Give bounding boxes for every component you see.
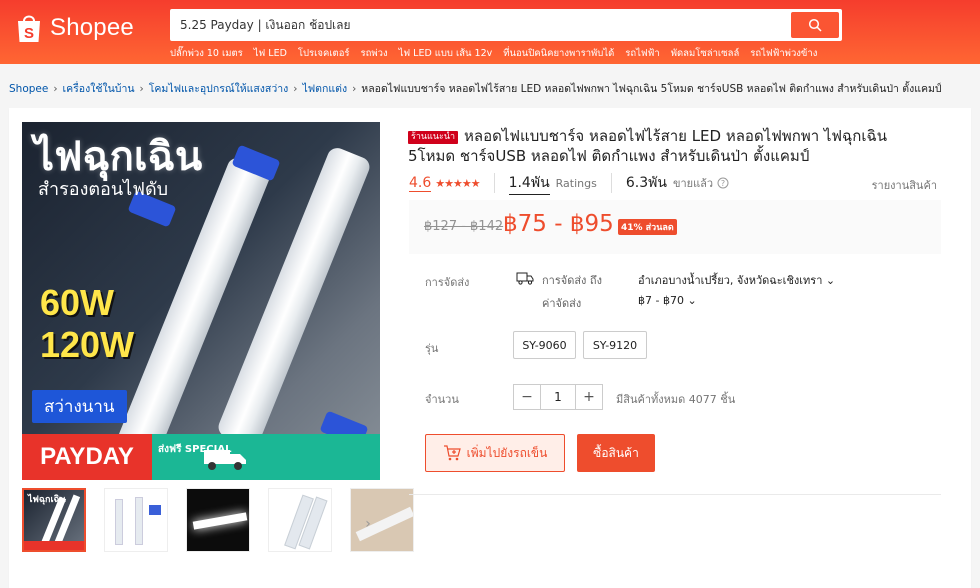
sale-price: ฿75 - ฿95 bbox=[503, 211, 614, 237]
quantity-label: จำนวน bbox=[425, 393, 459, 406]
search-button[interactable] bbox=[791, 12, 839, 38]
chevron-down-icon: ⌄ bbox=[687, 294, 697, 307]
hot-keywords: ปลั๊กพ่วง 10 เมตร ไฟ LED โปรเจคเตอร์ รถพ… bbox=[170, 46, 817, 61]
variant-label: รุ่น bbox=[425, 342, 439, 355]
thumbnail-item[interactable] bbox=[186, 488, 250, 552]
shopee-logo[interactable]: S Shopee bbox=[14, 12, 134, 44]
product-stats: 4.6 ★★★★★ 1.4พัน Ratings 6.3พัน ขายแล้ว … bbox=[409, 172, 937, 195]
payday-mini-banner bbox=[24, 541, 84, 550]
breadcrumb-current: หลอดไฟแบบชาร์จ หลอดไฟไร้สาย LED หลอดไฟพก… bbox=[361, 83, 942, 95]
chevron-right-icon: › bbox=[53, 82, 58, 95]
divider bbox=[493, 173, 495, 193]
add-to-cart-label: เพิ่มไปยังรถเข็น bbox=[466, 445, 548, 460]
shipping-label: การจัดส่ง bbox=[425, 276, 470, 289]
hotword-link[interactable]: ไฟ LED bbox=[254, 46, 287, 61]
variant-option[interactable]: SY-9060 bbox=[513, 331, 576, 359]
help-icon[interactable]: ? bbox=[717, 177, 729, 189]
hotword-link[interactable]: ไฟ LED แบบ เส้น 12v bbox=[399, 46, 493, 61]
minus-button[interactable]: − bbox=[514, 385, 540, 409]
tube-light-graphic bbox=[135, 497, 143, 545]
shipping-fee-value: ฿7 - ฿70 bbox=[638, 294, 684, 307]
rating-value[interactable]: 4.6 bbox=[409, 175, 432, 192]
thumbnail-item[interactable] bbox=[268, 488, 332, 552]
sold-count: 6.3พัน bbox=[625, 175, 667, 191]
image-watt-text: 60W bbox=[40, 282, 115, 323]
top-header: S Shopee ปลั๊กพ่วง 10 เมตร ไฟ LED โปรเจค… bbox=[0, 0, 980, 64]
stock-text: มีสินค้าทั้งหมด 4077 ชิ้น bbox=[616, 393, 736, 406]
image-bright-label: สว่างนาน bbox=[32, 390, 127, 423]
original-price: ฿127 - ฿142 bbox=[424, 219, 504, 234]
hotword-link[interactable]: พัดลมโซล่าเซลล์ bbox=[671, 46, 740, 61]
product-title-text: หลอดไฟแบบชาร์จ หลอดไฟไร้สาย LED หลอดไฟพก… bbox=[408, 127, 887, 165]
chevron-down-icon: ⌄ bbox=[825, 274, 836, 287]
thumbnail-item[interactable] bbox=[104, 488, 168, 552]
price-section: ฿127 - ฿142 ฿75 - ฿95 41% ส่วนลด bbox=[409, 200, 941, 254]
report-link[interactable]: รายงานสินค้า bbox=[872, 176, 937, 194]
shopping-bag-icon: S bbox=[18, 15, 40, 42]
breadcrumb: Shopee › เครื่องใช้ในบ้าน › โคมไฟและอุปก… bbox=[9, 80, 942, 97]
shipping-fee-selector[interactable]: ฿7 - ฿70 ⌄ bbox=[638, 294, 697, 307]
logo-text: Shopee bbox=[50, 14, 134, 41]
sold-label: ขายแล้ว bbox=[672, 177, 714, 190]
search-bar[interactable] bbox=[170, 9, 842, 41]
breadcrumb-link[interactable]: Shopee bbox=[9, 83, 48, 95]
shipping-to-label: การจัดส่ง ถึง bbox=[542, 274, 602, 287]
hotword-link[interactable]: รถไฟฟ้า bbox=[625, 46, 659, 61]
variant-option[interactable]: SY-9120 bbox=[583, 331, 647, 359]
product-main-image[interactable]: ไฟฉุกเฉิน สำรองตอนไฟดับ 60W 120W สว่างนา… bbox=[22, 122, 380, 480]
accessory-graphic bbox=[149, 505, 161, 515]
hotword-link[interactable]: รถไฟฟ้าพ่วงข้าง bbox=[750, 46, 817, 61]
search-input[interactable] bbox=[180, 9, 780, 41]
svg-text:?: ? bbox=[721, 179, 725, 188]
thumbnail-item[interactable]: ไฟฉุกเฉิน bbox=[22, 488, 86, 552]
chevron-right-icon: › bbox=[293, 82, 298, 95]
hotword-link[interactable]: รถพ่วง bbox=[361, 46, 388, 61]
thumbnail-strip: ไฟฉุกเฉิน bbox=[22, 488, 414, 552]
shipping-to-value: อำเภอบางน้ำเปรี้ยว, จังหวัดฉะเชิงเทรา bbox=[638, 274, 823, 287]
quantity-stepper: − 1 + bbox=[513, 384, 603, 410]
breadcrumb-link[interactable]: เครื่องใช้ในบ้าน bbox=[63, 80, 135, 97]
svg-text:S: S bbox=[24, 25, 34, 42]
divider bbox=[610, 173, 612, 193]
tube-light-graphic bbox=[192, 512, 248, 530]
ratings-label: Ratings bbox=[555, 176, 597, 190]
breadcrumb-link[interactable]: ไฟตกแต่ง bbox=[302, 80, 347, 97]
rating-stars: ★★★★★ bbox=[435, 176, 480, 190]
product-title: ร้านแนะนำ หลอดไฟแบบชาร์จ หลอดไฟไร้สาย LED… bbox=[408, 126, 928, 166]
shipping-to-selector[interactable]: อำเภอบางน้ำเปรี้ยว, จังหวัดฉะเชิงเทรา ⌄ bbox=[638, 271, 835, 289]
preferred-badge: ร้านแนะนำ bbox=[408, 131, 459, 144]
shipping-fee-label: ค่าจัดส่ง bbox=[542, 297, 582, 310]
tube-light-graphic bbox=[115, 499, 123, 545]
divider bbox=[409, 494, 941, 495]
chevron-right-icon: › bbox=[139, 82, 144, 95]
cart-add-icon bbox=[443, 445, 461, 461]
hotword-link[interactable]: ที่นอนปิคนิคยางพาราพับได้ bbox=[503, 46, 614, 61]
truck-icon bbox=[516, 272, 534, 285]
breadcrumb-link[interactable]: โคมไฟและอุปกรณ์ให้แสงสว่าง bbox=[149, 80, 289, 97]
chevron-right-icon: › bbox=[352, 82, 357, 95]
search-icon bbox=[808, 18, 822, 32]
hotword-link[interactable]: โปรเจคเตอร์ bbox=[298, 46, 350, 61]
payday-banner: PAYDAY ส่งฟรี SPECIAL bbox=[22, 434, 380, 480]
payday-text: PAYDAY bbox=[22, 434, 152, 480]
image-watt-text: 120W bbox=[40, 324, 135, 365]
ratings-count[interactable]: 1.4พัน bbox=[508, 172, 550, 195]
buy-now-button[interactable]: ซื้อสินค้า bbox=[577, 434, 655, 472]
add-to-cart-button[interactable]: เพิ่มไปยังรถเข็น bbox=[425, 434, 565, 472]
quantity-input[interactable]: 1 bbox=[540, 385, 576, 409]
plus-button[interactable]: + bbox=[576, 385, 602, 409]
image-subtitle-text: สำรองตอนไฟดับ bbox=[38, 179, 169, 200]
discount-badge: 41% ส่วนลด bbox=[618, 219, 677, 235]
hotword-link[interactable]: ปลั๊กพ่วง 10 เมตร bbox=[170, 46, 243, 61]
chevron-right-icon[interactable]: › bbox=[360, 512, 376, 536]
truck-icon bbox=[204, 450, 246, 470]
